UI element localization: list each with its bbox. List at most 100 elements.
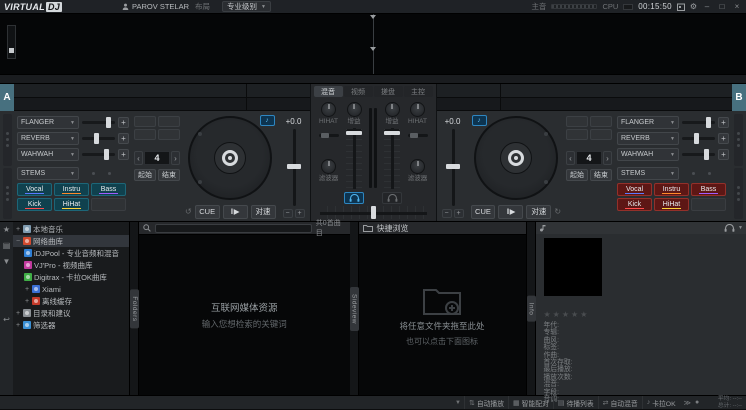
tab-mixer[interactable]: 混音: [314, 86, 343, 97]
loop-half-button[interactable]: ‹: [566, 151, 575, 165]
tree-expander[interactable]: +: [15, 322, 21, 329]
fx-slider-handle[interactable]: [704, 149, 709, 160]
play-pause-button[interactable]: ‖▶: [223, 205, 248, 219]
fx-amount-slider[interactable]: [682, 153, 715, 156]
fx-slot-select[interactable]: FLANGER▼: [617, 116, 679, 129]
stem-button-kick[interactable]: Kick: [617, 198, 652, 211]
pitch-slider[interactable]: [286, 129, 302, 206]
master-level-meter[interactable]: [551, 4, 597, 9]
hotcue-pad[interactable]: [158, 116, 180, 127]
loop-length-display[interactable]: 4: [144, 151, 170, 165]
sideview-side-tab[interactable]: Sideview: [350, 222, 359, 395]
sampler-level-slider[interactable]: [408, 134, 428, 137]
sync-button[interactable]: 对速: [251, 205, 276, 219]
fx-slider-handle[interactable]: [706, 117, 711, 128]
shuffle-icon[interactable]: ↺: [185, 207, 192, 216]
headphone-cue-1-button[interactable]: [344, 192, 364, 204]
loop-double-button[interactable]: ›: [603, 151, 612, 165]
sidelist-button[interactable]: ▤待播列表: [553, 396, 598, 409]
stem-button-instru[interactable]: Instru: [654, 183, 689, 196]
hotcue-pad[interactable]: [134, 116, 156, 127]
volume-fader-2[interactable]: [384, 128, 400, 189]
close-button[interactable]: ×: [732, 2, 742, 11]
deck-a-fx-panel-tab[interactable]: [3, 114, 12, 166]
stem-empty-pad[interactable]: [91, 198, 126, 211]
karaoke-button[interactable]: ♪卡拉OK: [642, 396, 680, 409]
deck-a-badge[interactable]: A: [0, 84, 14, 111]
tree-expander[interactable]: +: [15, 226, 21, 233]
tree-item-offline-cache[interactable]: + 离线缓存: [13, 295, 129, 307]
pitch-bend-minus-button[interactable]: −: [283, 209, 293, 218]
stem-button-vocal[interactable]: Vocal: [17, 183, 52, 196]
hotcue-pad[interactable]: [158, 129, 180, 140]
fx-slot-select[interactable]: REVERB▼: [17, 132, 79, 145]
minimize-button[interactable]: –: [702, 2, 712, 11]
fx-slot-select[interactable]: WAHWAH▼: [17, 148, 79, 161]
fx-amount-slider[interactable]: [682, 137, 715, 140]
loop-end-button[interactable]: 结束: [590, 169, 612, 181]
star-icon[interactable]: ★: [580, 310, 587, 319]
stem-button-vocal[interactable]: Vocal: [617, 183, 652, 196]
stems-select[interactable]: STEMS▼: [17, 167, 79, 180]
loop-length-display[interactable]: 4: [576, 151, 602, 165]
fx-activate-button[interactable]: +: [118, 133, 129, 144]
tree-item-online-music[interactable]: − 网络曲库: [13, 235, 129, 247]
pitch-slider[interactable]: [445, 129, 461, 206]
fx-activate-button[interactable]: +: [718, 149, 729, 160]
loop-start-button[interactable]: 起始: [566, 169, 588, 181]
fader-handle[interactable]: [384, 129, 400, 135]
stem-button-bass[interactable]: Bass: [91, 183, 126, 196]
fx-amount-slider[interactable]: [82, 153, 115, 156]
fx-slider-handle[interactable]: [106, 117, 111, 128]
fx-amount-slider[interactable]: [682, 121, 715, 124]
deck-b-jog-wheel[interactable]: [474, 116, 558, 200]
rating-stars[interactable]: ★ ★ ★ ★ ★: [544, 310, 746, 319]
stem-empty-pad[interactable]: [691, 198, 726, 211]
loop-end-button[interactable]: 结束: [158, 169, 180, 181]
cue-button[interactable]: CUE: [471, 205, 496, 219]
info-side-tab[interactable]: Info: [527, 222, 536, 395]
back-icon[interactable]: ↩: [3, 315, 10, 324]
deck-a-pads-panel-tab[interactable]: [3, 168, 12, 220]
stem-button-hihat[interactable]: HiHat: [54, 198, 89, 211]
hotcue-pad[interactable]: [566, 116, 588, 127]
more-icon[interactable]: ≫: [684, 399, 691, 407]
tree-item-filters[interactable]: + 筛选器: [13, 319, 129, 331]
tree-item-vjpro[interactable]: VJ'Pro - 视频曲库: [13, 259, 129, 271]
loop-double-button[interactable]: ›: [171, 151, 180, 165]
chevron-down-icon[interactable]: ▼: [738, 225, 743, 231]
fx-activate-button[interactable]: +: [118, 117, 129, 128]
record-icon[interactable]: ●: [695, 399, 699, 406]
deck-b-fx-panel-tab[interactable]: [734, 114, 743, 166]
tree-item-xiami[interactable]: + Xiami: [13, 283, 129, 295]
pitch-handle[interactable]: [287, 164, 301, 169]
tree-item-local-music[interactable]: + 本地音乐: [13, 223, 129, 235]
keylock-badge[interactable]: ♪: [260, 115, 275, 126]
pitch-bend-minus-button[interactable]: −: [442, 209, 452, 218]
rhythm-waveform-display[interactable]: [0, 14, 746, 75]
clock-mode-icon[interactable]: [677, 3, 685, 11]
quick-browse-drop-zone[interactable]: 将任意文件夹拖至此处 也可以点击下面图标: [359, 235, 526, 395]
stem-button-hihat[interactable]: HiHat: [654, 198, 689, 211]
stem-button-kick[interactable]: Kick: [17, 198, 52, 211]
loop-half-button[interactable]: ‹: [134, 151, 143, 165]
stem-button-bass[interactable]: Bass: [691, 183, 726, 196]
auto-mix-mode-button[interactable]: ⇄自动混音: [598, 396, 642, 409]
favorites-star-icon[interactable]: ★: [3, 225, 10, 234]
sync-button[interactable]: 对速: [526, 205, 551, 219]
star-icon[interactable]: ★: [571, 310, 578, 319]
fx-activate-button[interactable]: +: [118, 149, 129, 160]
filter-knob[interactable]: [410, 159, 425, 174]
tree-expander[interactable]: +: [15, 310, 21, 317]
hotcue-pad[interactable]: [590, 129, 612, 140]
fx-slider-handle[interactable]: [94, 133, 99, 144]
star-icon[interactable]: ★: [562, 310, 569, 319]
volume-fader-1[interactable]: [346, 128, 362, 189]
deck-a-jog-wheel[interactable]: [188, 116, 272, 200]
hihat-knob[interactable]: [410, 102, 425, 117]
fx-slot-select[interactable]: WAHWAH▼: [617, 148, 679, 161]
settings-gear-icon[interactable]: ⚙: [690, 2, 697, 11]
mic-level-slider[interactable]: [319, 134, 339, 137]
pitch-handle[interactable]: [446, 164, 460, 169]
fx-slider-handle[interactable]: [104, 149, 109, 160]
